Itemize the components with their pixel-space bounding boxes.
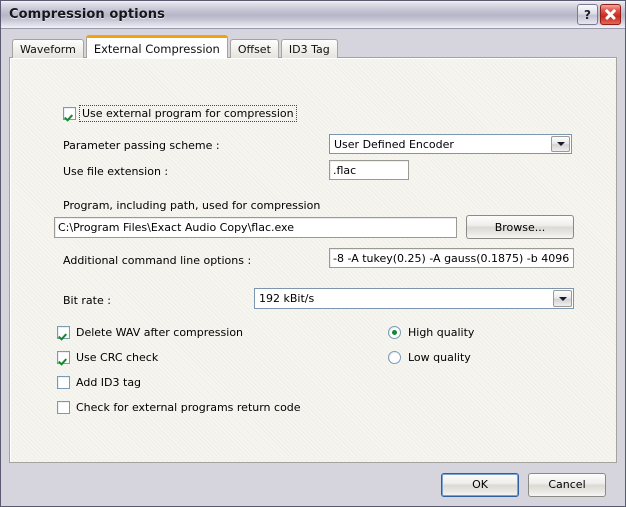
program-path-input[interactable]: C:\Program Files\Exact Audio Copy\flac.e…: [54, 217, 457, 238]
check-return-code-checkbox[interactable]: Check for external programs return code: [57, 401, 301, 414]
tab-strip: Waveform External Compression Offset ID3…: [9, 35, 617, 59]
tab-external-compression-label: External Compression: [93, 41, 220, 56]
bit-rate-select[interactable]: 192 kBit/s: [254, 288, 574, 309]
close-icon[interactable]: [600, 4, 621, 25]
use-crc-check-checkbox[interactable]: Use CRC check: [57, 351, 158, 364]
use-external-program-checkbox[interactable]: Use external program for compression: [63, 105, 297, 122]
browse-button-label: Browse...: [494, 220, 546, 234]
compression-options-dialog: Compression options ? Waveform External …: [0, 0, 626, 507]
tab-id3-tag[interactable]: ID3 Tag: [280, 39, 338, 58]
chevron-down-icon[interactable]: [553, 290, 572, 307]
use-external-program-label: Use external program for compression: [79, 105, 297, 122]
bit-rate-label: Bit rate :: [63, 294, 111, 307]
ok-button[interactable]: OK: [441, 472, 519, 497]
use-file-extension-label: Use file extension :: [63, 165, 169, 178]
chevron-down-glyph: [558, 296, 567, 301]
additional-command-line-input[interactable]: -8 -A tukey(0.25) -A gauss(0.1875) -b 40…: [329, 248, 574, 268]
delete-wav-label: Delete WAV after compression: [76, 326, 244, 339]
add-id3-tag-checkbox[interactable]: Add ID3 tag: [57, 376, 141, 389]
checkbox-box: [57, 376, 70, 389]
radio-circle: [388, 326, 401, 339]
checkbox-box: [57, 351, 70, 364]
low-quality-label: Low quality: [408, 351, 471, 364]
title-bar[interactable]: Compression options ?: [1, 1, 625, 29]
dialog-body: Waveform External Compression Offset ID3…: [1, 29, 625, 506]
cancel-button-label: Cancel: [548, 478, 586, 491]
parameter-passing-scheme-label: Parameter passing scheme :: [63, 139, 220, 152]
tab-panel-external-compression: Use external program for compression Par…: [9, 57, 617, 463]
tab-external-compression[interactable]: External Compression: [85, 35, 228, 59]
window-title: Compression options: [9, 7, 165, 22]
use-file-extension-input[interactable]: .flac: [329, 160, 409, 180]
high-quality-radio[interactable]: High quality: [388, 326, 474, 339]
help-icon[interactable]: ?: [577, 4, 598, 25]
use-crc-check-label: Use CRC check: [76, 351, 159, 364]
additional-command-line-label: Additional command line options :: [63, 254, 252, 267]
tab-id3-tag-label: ID3 Tag: [288, 42, 330, 56]
parameter-passing-scheme-select[interactable]: User Defined Encoder: [329, 134, 572, 154]
check-return-code-label: Check for external programs return code: [76, 401, 301, 414]
title-bar-buttons: ?: [577, 4, 621, 25]
chevron-down-glyph: [556, 142, 565, 146]
chevron-down-icon[interactable]: [551, 136, 570, 152]
low-quality-radio[interactable]: Low quality: [388, 351, 471, 364]
bit-rate-value: 192 kBit/s: [259, 292, 315, 305]
program-path-label: Program, including path, used for compre…: [63, 199, 321, 212]
tab-waveform-label: Waveform: [20, 42, 76, 56]
checkbox-box: [63, 107, 76, 120]
radio-circle: [388, 351, 401, 364]
browse-button[interactable]: Browse...: [466, 215, 574, 239]
ok-button-label: OK: [472, 478, 488, 491]
delete-wav-checkbox[interactable]: Delete WAV after compression: [57, 326, 243, 339]
checkbox-box: [57, 326, 70, 339]
checkbox-box: [57, 401, 70, 414]
tab-offset-label: Offset: [237, 42, 271, 56]
high-quality-label: High quality: [408, 326, 475, 339]
parameter-passing-scheme-value: User Defined Encoder: [334, 137, 454, 151]
tab-offset[interactable]: Offset: [229, 39, 279, 58]
tab-waveform[interactable]: Waveform: [12, 39, 84, 58]
cancel-button[interactable]: Cancel: [528, 472, 606, 497]
help-question-mark: ?: [584, 7, 591, 22]
add-id3-tag-label: Add ID3 tag: [76, 376, 142, 389]
dialog-footer: OK Cancel: [9, 463, 617, 506]
